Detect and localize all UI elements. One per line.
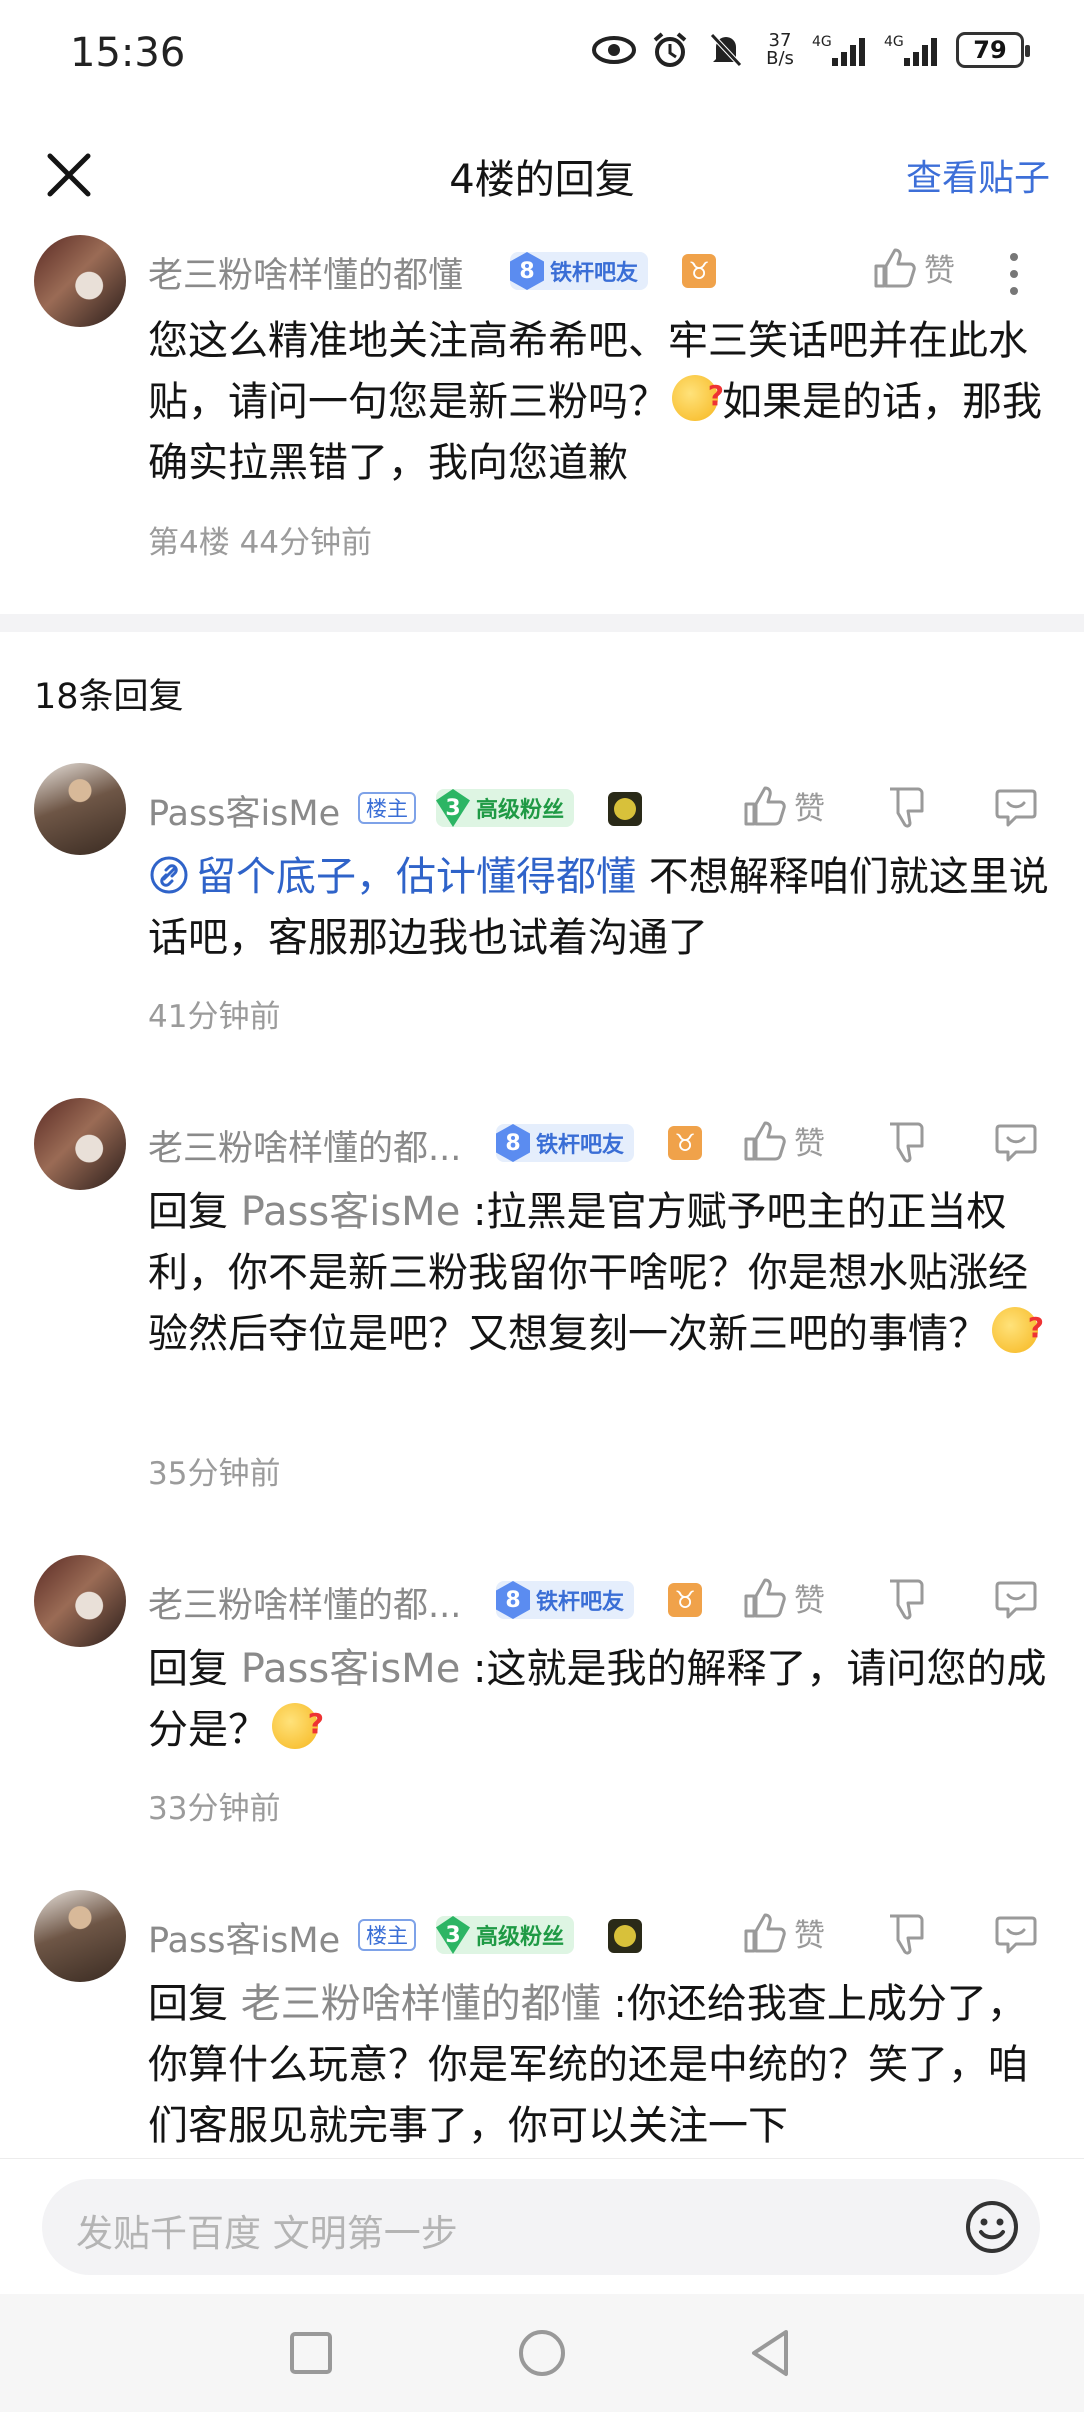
- username[interactable]: Pass客isMe: [148, 785, 340, 836]
- reply-time: 33分钟前: [148, 1791, 281, 1827]
- reply-item: 老三粉啥样懂的都... 8 铁杆吧友 ♉ 赞 回复 Pass客isMe :拉黑是官…: [0, 1098, 1084, 1518]
- post-meta: 第4楼 44分钟前: [148, 525, 373, 561]
- thumb-down-button[interactable]: [886, 1120, 930, 1164]
- thumb-down-icon: [890, 1122, 924, 1163]
- thumb-up-icon: [744, 1578, 786, 1617]
- medal-badge: [608, 1919, 642, 1953]
- like-button[interactable]: 赞: [742, 1910, 825, 1955]
- thumb-up-icon: [874, 248, 916, 287]
- reply-count: 18条回复: [34, 677, 184, 717]
- comment-icon: [995, 1124, 1037, 1162]
- thumb-down-button[interactable]: [886, 785, 930, 829]
- zodiac-badge: ♉: [682, 254, 716, 288]
- eye-icon: [592, 30, 636, 70]
- thinking-emoji: [672, 365, 724, 426]
- status-icons: 37 B/s 4G 4G 79: [592, 30, 1030, 70]
- link-icon: [150, 856, 188, 894]
- comment-button[interactable]: [994, 1120, 1038, 1164]
- zodiac-badge: ♉: [668, 1583, 702, 1617]
- zodiac-badge: ♉: [668, 1126, 702, 1160]
- thumb-down-icon: [890, 1579, 924, 1620]
- reply-to-user[interactable]: 老三粉啥样懂的都懂: [241, 1981, 601, 2027]
- thumb-down-icon: [890, 787, 924, 828]
- thinking-emoji: [992, 1297, 1044, 1358]
- link-text[interactable]: 留个底子，估计懂得都懂: [148, 854, 636, 900]
- reply-content: 回复 Pass客isMe :这就是我的解释了，请问您的成分是？: [148, 1639, 1054, 1761]
- reply-time: 41分钟前: [148, 999, 281, 1035]
- comment-button[interactable]: [994, 1577, 1038, 1621]
- thumb-down-button[interactable]: [886, 1912, 930, 1956]
- reply-content: 回复 Pass客isMe :拉黑是官方赋予吧主的正当权利，你不是新三粉我留你干啥…: [148, 1182, 1054, 1365]
- comment-icon: [995, 1916, 1037, 1954]
- status-time: 15:36: [70, 30, 186, 76]
- nav-header: 4楼的回复 查看贴子: [0, 115, 1084, 235]
- home-button[interactable]: [515, 2326, 569, 2380]
- signal-icon: 4G: [884, 30, 944, 70]
- comment-icon: [995, 1581, 1037, 1619]
- reply-item: 老三粉啥样懂的都... 8 铁杆吧友 ♉ 赞 回复 Pass客isMe :这就是我…: [0, 1555, 1084, 1855]
- comment-button[interactable]: [994, 785, 1038, 829]
- like-button[interactable]: 赞: [742, 783, 825, 828]
- level-badge: 3 高级粉丝: [436, 789, 575, 827]
- username[interactable]: 老三粉啥样懂的都...: [148, 1120, 461, 1171]
- back-button[interactable]: [744, 2326, 798, 2380]
- reply-content: 留个底子，估计懂得都懂 不想解释咱们就这里说话吧，客服那边我也试着沟通了: [148, 854, 1049, 961]
- more-vertical-icon: [1010, 253, 1018, 295]
- like-button[interactable]: 赞: [742, 1118, 825, 1163]
- net-speed: 37 B/s: [766, 30, 794, 69]
- emoji-button[interactable]: [964, 2199, 1020, 2255]
- reply-content: 回复 老三粉啥样懂的都懂 :你还给我查上成分了，你算什么玩意？你是军统的还是中统…: [148, 1981, 1028, 2149]
- comment-input-bar: 发贴千百度 文明第一步: [0, 2158, 1084, 2294]
- avatar[interactable]: [34, 763, 126, 855]
- like-button[interactable]: 赞: [742, 1575, 825, 1620]
- level-badge: 8 铁杆吧友: [496, 1124, 635, 1162]
- host-badge: 楼主: [358, 1919, 416, 1951]
- reply-time: 35分钟前: [148, 1456, 281, 1492]
- view-post-link[interactable]: 查看贴子: [906, 149, 1050, 201]
- thumb-up-icon: [744, 1121, 786, 1160]
- username[interactable]: 老三粉啥样懂的都懂: [148, 247, 463, 298]
- comment-button[interactable]: [994, 1912, 1038, 1956]
- input-placeholder: 发贴千百度 文明第一步: [76, 2212, 458, 2255]
- section-divider: [0, 614, 1084, 632]
- reply-item: Pass客isMe 楼主 3 高级粉丝 赞 留个底子，估计懂得都懂 不想解释咱们就…: [0, 763, 1084, 1063]
- battery-icon: 79: [956, 32, 1030, 68]
- avatar[interactable]: [34, 1098, 126, 1190]
- medal-badge: [608, 792, 642, 826]
- svg-text:4G: 4G: [812, 34, 832, 50]
- comment-icon: [995, 789, 1037, 827]
- avatar[interactable]: [34, 235, 126, 327]
- signal-icon: 4G: [812, 30, 872, 70]
- level-badge: 8 铁杆吧友: [496, 1581, 635, 1619]
- reply-to-user[interactable]: Pass客isMe: [241, 1189, 461, 1235]
- thumb-down-icon: [890, 1914, 924, 1955]
- status-bar: 15:36 37 B/s 4G 4G 79: [0, 0, 1084, 110]
- username[interactable]: 老三粉啥样懂的都...: [148, 1577, 461, 1628]
- more-options-button[interactable]: [1004, 249, 1024, 299]
- thumb-up-icon: [744, 786, 786, 825]
- like-button[interactable]: 赞: [872, 245, 955, 290]
- comment-input[interactable]: 发贴千百度 文明第一步: [42, 2179, 1040, 2275]
- bell-muted-icon: [704, 30, 748, 70]
- reply-item: Pass客isMe 楼主 3 高级粉丝 赞 回复 老三粉啥样懂的都懂 :你还给我查…: [0, 1890, 1084, 2158]
- host-badge: 楼主: [358, 792, 416, 824]
- thumb-down-button[interactable]: [886, 1577, 930, 1621]
- thinking-emoji: [272, 1693, 324, 1754]
- reply-to-user[interactable]: Pass客isMe: [241, 1646, 461, 1692]
- username[interactable]: Pass客isMe: [148, 1912, 340, 1963]
- thumb-up-icon: [744, 1913, 786, 1952]
- avatar[interactable]: [34, 1555, 126, 1647]
- system-nav-bar: [0, 2294, 1084, 2412]
- level-badge: 8 铁杆吧友: [510, 252, 649, 290]
- level-badge: 3 高级粉丝: [436, 1916, 575, 1954]
- svg-text:4G: 4G: [884, 34, 904, 50]
- recents-button[interactable]: [284, 2326, 338, 2380]
- avatar[interactable]: [34, 1890, 126, 1982]
- alarm-icon: [648, 30, 692, 70]
- post-content: 您这么精准地关注高希希吧、牢三笑话吧并在此水贴，请问一句您是新三粉吗？如果是的话…: [148, 311, 1054, 494]
- floor-post: 老三粉啥样懂的都懂 8 铁杆吧友 ♉ 赞 您这么精准地关注高希希吧、牢三笑话吧并在…: [0, 235, 1084, 615]
